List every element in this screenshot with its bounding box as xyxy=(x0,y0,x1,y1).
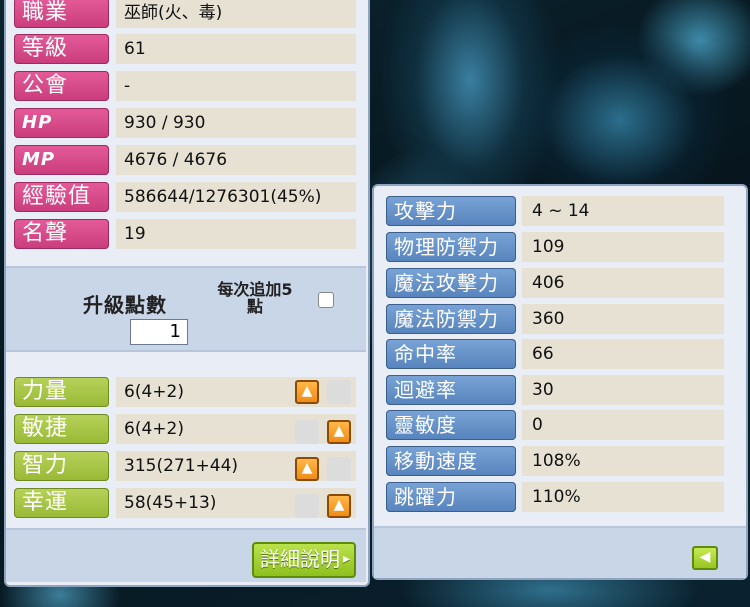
speed-label: 移動速度 xyxy=(386,446,516,476)
mp-value: 4676 / 4676 xyxy=(116,145,356,175)
add-five-label-line2: 點 xyxy=(246,297,263,316)
attack-value: 4 ~ 14 xyxy=(522,196,724,226)
detail-row-pdef: 物理防禦力 109 xyxy=(386,230,724,264)
detail-row-speed: 移動速度 108% xyxy=(386,444,724,478)
luk-auto-slot xyxy=(295,494,319,518)
matk-label: 魔法攻擊力 xyxy=(386,268,516,298)
exp-label: 經驗值 xyxy=(14,182,109,212)
exp-value: 586644/1276301(45%) xyxy=(116,182,356,212)
guild-label: 公會 xyxy=(14,71,109,101)
job-label: 職業 xyxy=(14,0,109,28)
add-five-label: 每次追加5 點 xyxy=(205,281,305,315)
collapse-button[interactable]: ◀ xyxy=(692,546,718,570)
detail-row-hands: 靈敏度 0 xyxy=(386,408,724,442)
str-auto-slot xyxy=(327,380,351,404)
accuracy-label: 命中率 xyxy=(386,339,516,369)
detail-row-jump: 跳躍力 110% xyxy=(386,480,724,514)
luk-up-button[interactable]: ▲ xyxy=(327,494,351,518)
dex-auto-slot xyxy=(295,420,319,444)
fame-value: 19 xyxy=(116,219,356,249)
detail-row-accuracy: 命中率 66 xyxy=(386,337,724,371)
job-value: 巫師(火、毒) xyxy=(116,0,356,28)
info-row-fame: 名聲 19 xyxy=(8,217,356,251)
add-five-label-line1: 每次追加5 xyxy=(217,280,293,299)
detail-button-label: 詳細說明 xyxy=(260,547,340,571)
info-row-guild: 公會 - xyxy=(8,69,356,103)
int-value: 315(271+44) xyxy=(116,451,356,481)
jump-value: 110% xyxy=(522,482,724,512)
dex-label: 敏捷 xyxy=(14,414,109,444)
hp-label: HP xyxy=(14,108,109,138)
avoid-label: 迴避率 xyxy=(386,375,516,405)
info-row-mp: MP 4676 / 4676 xyxy=(8,143,356,177)
int-label: 智力 xyxy=(14,451,109,481)
hands-value: 0 xyxy=(522,410,724,440)
hp-value: 930 / 930 xyxy=(116,108,356,138)
detail-row-matk: 魔法攻擊力 406 xyxy=(386,266,724,300)
info-row-level: 等級 61 xyxy=(8,32,356,66)
ability-point-value: 1 xyxy=(130,319,188,345)
guild-value: - xyxy=(116,71,356,101)
detail-stat-window: 攻擊力 4 ~ 14 物理防禦力 109 魔法攻擊力 406 魔法防禦力 360… xyxy=(372,184,748,580)
luk-label: 幸運 xyxy=(14,488,109,518)
pdef-value: 109 xyxy=(522,232,724,262)
detail-button[interactable]: 詳細說明 ▸ xyxy=(252,542,356,578)
add-five-checkbox[interactable] xyxy=(318,292,334,308)
pdef-label: 物理防禦力 xyxy=(386,232,516,262)
level-value: 61 xyxy=(116,34,356,64)
level-label: 等級 xyxy=(14,34,109,64)
luk-value: 58(45+13) xyxy=(116,488,356,518)
int-up-button[interactable]: ▲ xyxy=(295,457,319,481)
info-row-hp: HP 930 / 930 xyxy=(8,106,356,140)
str-up-button[interactable]: ▲ xyxy=(295,380,319,404)
dex-value: 6(4+2) xyxy=(116,414,356,444)
int-auto-slot xyxy=(327,457,351,481)
str-value: 6(4+2) xyxy=(116,377,356,407)
attack-label: 攻擊力 xyxy=(386,196,516,226)
avoid-value: 30 xyxy=(522,375,724,405)
ability-point-label: 升級點數 xyxy=(83,293,167,317)
hands-label: 靈敏度 xyxy=(386,410,516,440)
detail-row-avoid: 迴避率 30 xyxy=(386,373,724,407)
dex-up-button[interactable]: ▲ xyxy=(327,420,351,444)
fame-label: 名聲 xyxy=(14,219,109,249)
accuracy-value: 66 xyxy=(522,339,724,369)
jump-label: 跳躍力 xyxy=(386,482,516,512)
detail-row-attack: 攻擊力 4 ~ 14 xyxy=(386,194,724,228)
chevron-right-icon: ▸ xyxy=(342,551,350,567)
info-row-job: 職業 巫師(火、毒) xyxy=(8,0,356,30)
detail-row-mdef: 魔法防禦力 360 xyxy=(386,302,724,336)
speed-value: 108% xyxy=(522,446,724,476)
mdef-value: 360 xyxy=(522,304,724,334)
matk-value: 406 xyxy=(522,268,724,298)
mp-label: MP xyxy=(14,145,109,175)
right-bottom-bar xyxy=(374,526,746,578)
info-row-exp: 經驗值 586644/1276301(45%) xyxy=(8,180,356,214)
str-label: 力量 xyxy=(14,377,109,407)
mdef-label: 魔法防禦力 xyxy=(386,304,516,334)
